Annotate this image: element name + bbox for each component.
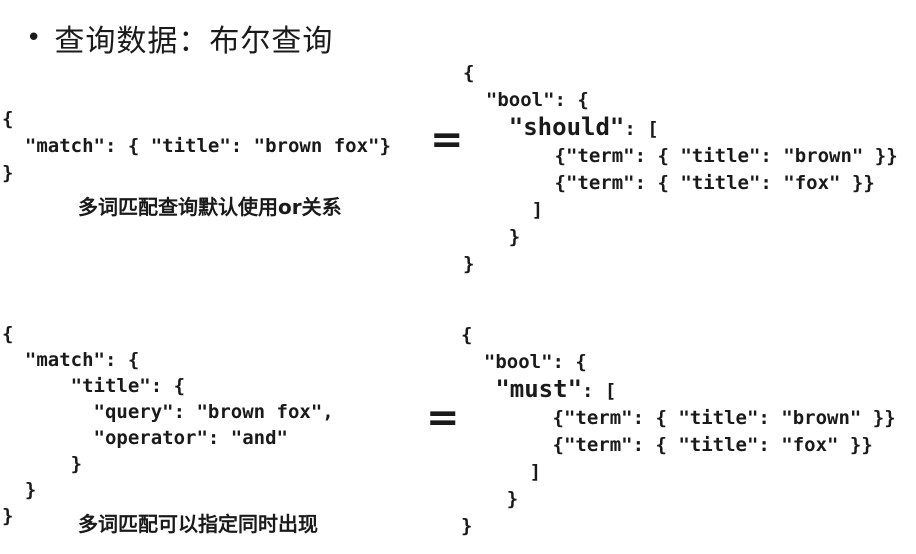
code-line: "match": { <box>2 349 140 371</box>
code-line: } <box>2 479 37 501</box>
code-line: {"term": { "title": "brown" }} <box>463 145 898 167</box>
code-line: } <box>2 162 14 184</box>
code-line: "operator": "and" <box>2 427 288 449</box>
caption-or-relation: 多词匹配查询默认使用or关系 <box>78 195 342 219</box>
bullet-icon: • <box>26 23 43 53</box>
caption-and-relation: 多词匹配可以指定同时出现 <box>78 512 318 536</box>
equals-sign-1: = <box>430 117 464 163</box>
bool-query-code-1: { "bool": { "should": [ {"term": { "titl… <box>463 60 898 278</box>
code-line: { <box>2 108 14 130</box>
code-line: {"term": { "title": "fox" }} <box>463 172 875 194</box>
code-line: { <box>461 324 473 346</box>
code-line: "query": "brown fox", <box>2 401 334 423</box>
bool-query-code-2: { "bool": { "must": [ {"term": { "title"… <box>461 322 896 540</box>
code-line: "bool": { <box>461 351 587 373</box>
section-heading: • 查询数据：布尔查询 <box>26 14 333 62</box>
code-line: } <box>2 505 14 527</box>
should-keyword: "should" <box>508 113 625 141</box>
code-line: {"term": { "title": "brown" }} <box>461 407 896 429</box>
code-line: } <box>463 226 521 248</box>
code-line: "title": { <box>2 375 186 397</box>
must-keyword: "must" <box>495 375 583 403</box>
heading-text: 查询数据：布尔查询 <box>54 24 334 59</box>
code-line: ] <box>461 461 542 483</box>
code-line: } <box>2 453 83 475</box>
match-query-code-1: { "match": { "title": "brown fox"} } <box>2 106 391 187</box>
code-line: { <box>463 62 475 84</box>
code-line: } <box>461 515 473 537</box>
code-line: } <box>461 488 519 510</box>
code-line: {"term": { "title": "fox" }} <box>461 434 873 456</box>
code-line: : [ <box>624 118 659 140</box>
code-line: } <box>463 253 475 275</box>
code-line: : [ <box>582 380 617 402</box>
code-line: { <box>2 323 14 345</box>
equals-sign-2: = <box>426 395 460 441</box>
match-query-code-2: { "match": { "title": { "query": "brown … <box>2 321 334 529</box>
code-line: "bool": { <box>463 89 589 111</box>
code-line: ] <box>463 199 544 221</box>
code-line: "match": { "title": "brown fox"} <box>2 135 391 157</box>
